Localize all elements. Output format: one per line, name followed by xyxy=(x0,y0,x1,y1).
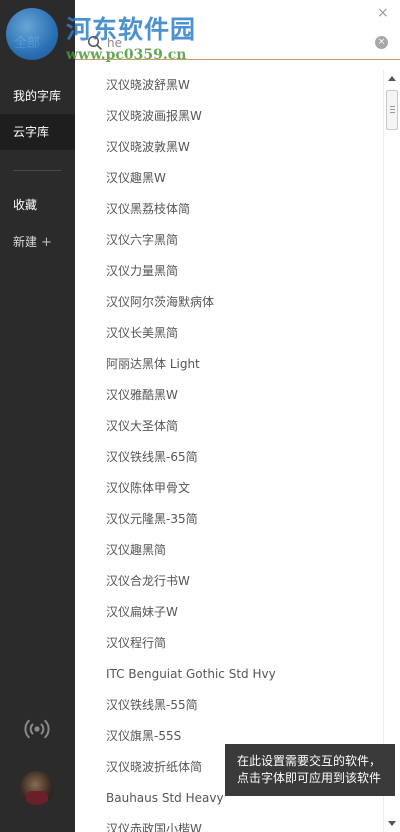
font-list-item[interactable]: 汉仪铁线黑-65简 xyxy=(75,442,383,473)
font-list-item[interactable]: 汉仪晓波画报黑W xyxy=(75,101,383,132)
font-name: 汉仪雅酷黑W xyxy=(106,388,178,402)
new-collection-label: 新建 xyxy=(13,235,38,249)
font-list-item[interactable]: 汉仪趣黑W xyxy=(75,163,383,194)
sidebar-item-my-fonts[interactable]: 我的字库 xyxy=(0,78,75,114)
scrollbar-thumb[interactable] xyxy=(386,90,398,130)
font-list-item[interactable]: 汉仪晓波敦黑W xyxy=(75,132,383,163)
font-name: 汉仪六字黑简 xyxy=(106,233,179,247)
font-name: 汉仪赤政国小楷W xyxy=(106,822,202,832)
font-name: 汉仪晓波敦黑W xyxy=(106,140,190,154)
search-bar: × xyxy=(75,26,400,60)
font-list-item[interactable]: 汉仪大圣体简 xyxy=(75,411,383,442)
sidebar-divider xyxy=(13,170,61,171)
font-list-item[interactable]: 汉仪阿尔茨海默病体 xyxy=(75,287,383,318)
font-name: 汉仪趣黑W xyxy=(106,171,166,185)
font-name: 汉仪长美黑简 xyxy=(106,326,179,340)
font-name: 汉仪扁妹子W xyxy=(106,605,178,619)
sidebar-item-favorites[interactable]: 收藏 xyxy=(0,187,75,223)
search-input[interactable] xyxy=(107,33,367,53)
font-list-item[interactable]: 汉仪合龙行书W xyxy=(75,566,383,597)
font-list-item[interactable]: 汉仪程行简 xyxy=(75,628,383,659)
watermark-logo-icon xyxy=(6,8,58,60)
font-list-item[interactable]: 汉仪力量黑简 xyxy=(75,256,383,287)
font-name: 汉仪旗黑-55S xyxy=(106,729,182,743)
grip-line xyxy=(390,109,395,110)
tooltip-line: 在此设置需要交互的软件， xyxy=(237,754,382,768)
sidebar-item-label: 收藏 xyxy=(13,198,38,212)
font-list-item[interactable]: 汉仪黑荔枝体简 xyxy=(75,194,383,225)
sidebar-item-label: 我的字库 xyxy=(13,89,62,103)
font-list-item[interactable]: 汉仪晓波舒黑W xyxy=(75,70,383,101)
font-name: 汉仪陈体甲骨文 xyxy=(106,481,191,495)
font-name: 汉仪阿尔茨海默病体 xyxy=(106,295,215,309)
clear-search-icon[interactable]: × xyxy=(375,36,388,49)
font-list-item[interactable]: 汉仪扁妹子W xyxy=(75,597,383,628)
font-list-item[interactable]: 汉仪长美黑简 xyxy=(75,318,383,349)
font-list: 汉仪晓波舒黑W 汉仪晓波画报黑W 汉仪晓波敦黑W 汉仪趣黑W 汉仪黑荔枝体简 汉… xyxy=(75,70,383,832)
font-list-item[interactable]: ITC Benguiat Gothic Std Hvy xyxy=(75,659,383,690)
plus-icon: + xyxy=(41,235,52,250)
sidebar-item-cloud-fonts[interactable]: 云字库 xyxy=(0,114,75,150)
grip-line xyxy=(390,112,395,113)
font-list-item[interactable]: 汉仪陈体甲骨文 xyxy=(75,473,383,504)
font-name: 汉仪晓波舒黑W xyxy=(106,78,190,92)
avatar-jersey xyxy=(26,791,48,805)
scroll-down-arrow-icon[interactable] xyxy=(388,821,396,826)
broadcast-icon[interactable] xyxy=(22,714,52,744)
font-list-item[interactable]: 汉仪赤政国小楷W xyxy=(75,814,383,832)
font-name: 汉仪合龙行书W xyxy=(106,574,190,588)
font-name: 汉仪大圣体简 xyxy=(106,419,179,433)
font-name: 汉仪元隆黑-35简 xyxy=(106,512,198,526)
user-avatar[interactable] xyxy=(20,771,54,805)
font-name: 汉仪晓波画报黑W xyxy=(106,109,202,123)
sidebar: 全部 我的字库 云字库 收藏 新建+ xyxy=(0,0,75,832)
font-list-item[interactable]: 阿丽达黑体 Light xyxy=(75,349,383,380)
font-list-item[interactable]: 汉仪六字黑简 xyxy=(75,225,383,256)
scrollbar[interactable] xyxy=(383,70,400,832)
tooltip-line: 点击字体即可应用到该软件 xyxy=(237,771,382,785)
font-list-item[interactable]: 汉仪铁线黑-55简 xyxy=(75,690,383,721)
scroll-up-arrow-icon[interactable] xyxy=(388,76,396,81)
sidebar-item-label: 云字库 xyxy=(13,125,50,139)
font-list-item[interactable]: 汉仪雅酷黑W xyxy=(75,380,383,411)
font-name: 汉仪力量黑简 xyxy=(106,264,179,278)
new-collection-button[interactable]: 新建 + xyxy=(0,224,75,260)
font-name: 阿丽达黑体 Light xyxy=(106,357,200,371)
font-name: ITC Benguiat Gothic Std Hvy xyxy=(106,667,276,681)
close-icon[interactable]: × xyxy=(377,5,389,21)
font-name: 汉仪趣黑简 xyxy=(106,543,167,557)
font-name: Bauhaus Std Heavy xyxy=(106,791,224,805)
font-list-item[interactable]: 汉仪元隆黑-35简 xyxy=(75,504,383,535)
font-list-item[interactable]: 汉仪趣黑简 xyxy=(75,535,383,566)
font-name: 汉仪程行简 xyxy=(106,636,167,650)
tooltip: 在此设置需要交互的软件， 点击字体即可应用到该软件 xyxy=(225,744,395,796)
search-icon xyxy=(87,35,103,51)
font-name: 汉仪铁线黑-65简 xyxy=(106,450,198,464)
font-name: 汉仪晓波折纸体简 xyxy=(106,760,203,774)
font-name: 汉仪黑荔枝体简 xyxy=(106,202,191,216)
grip-line xyxy=(390,106,395,107)
font-name: 汉仪铁线黑-55简 xyxy=(106,698,198,712)
